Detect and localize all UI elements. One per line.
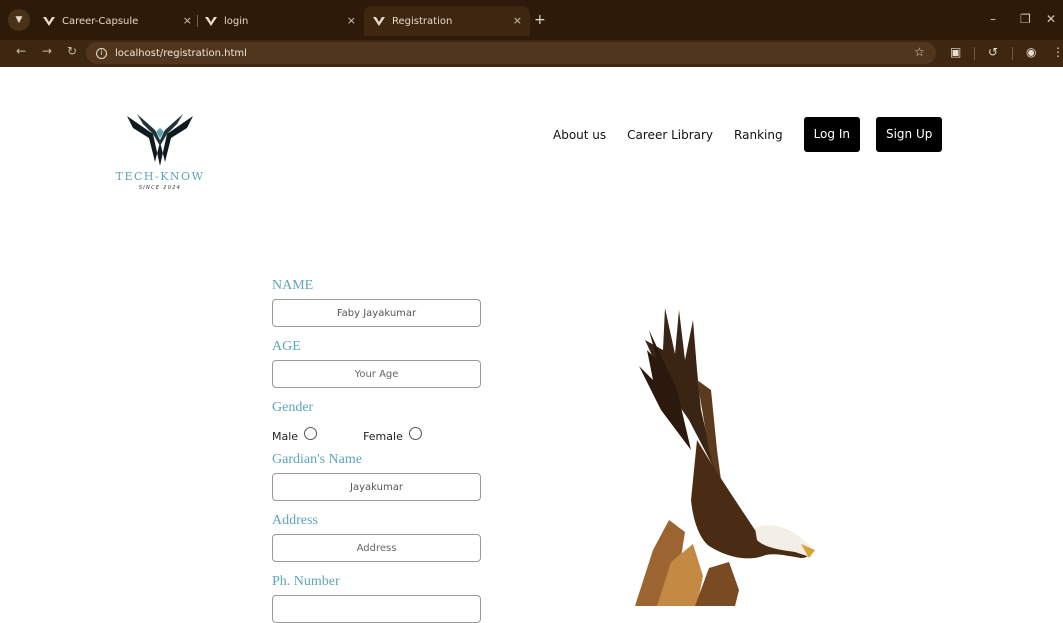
phone-input[interactable] <box>272 595 481 623</box>
guardian-name-label: Gardian's Name <box>272 452 362 467</box>
gender-label: Gender <box>272 400 314 415</box>
nav-ranking-link[interactable]: Ranking <box>734 128 783 142</box>
toolbar-separator <box>974 47 975 60</box>
tab-title: Career-Capsule <box>62 15 139 27</box>
back-arrow-icon[interactable]: ← <box>16 44 26 58</box>
registration-form: NAME AGE Gender Male Female Gardian's Na… <box>272 278 482 623</box>
name-label: NAME <box>272 278 314 293</box>
eagle-logo-icon <box>127 114 193 166</box>
age-input[interactable] <box>272 360 481 388</box>
nav-career-library-link[interactable]: Career Library <box>627 128 713 142</box>
main-nav: About us Career Library Ranking Log In S… <box>553 117 943 152</box>
tech-know-favicon-icon <box>43 17 55 26</box>
site-info-icon[interactable]: i <box>96 47 107 59</box>
address-bar-url: localhost/registration.html <box>115 47 247 59</box>
window-close-icon[interactable]: ✕ <box>1046 12 1056 26</box>
brand-since: SINCE 2024 <box>138 185 182 191</box>
restore-icon[interactable]: ❐ <box>1020 12 1031 26</box>
gender-radio-group: Male Female <box>272 426 482 444</box>
reload-icon[interactable]: ↻ <box>67 44 77 58</box>
history-icon[interactable]: ↺ <box>988 45 998 59</box>
address-label: Address <box>272 513 318 528</box>
phone-label: Ph. Number <box>272 574 340 589</box>
tab-search-chevron-icon[interactable]: ▼ <box>8 9 30 31</box>
close-icon[interactable]: × <box>347 14 356 27</box>
brand-name: TECH-KNOW <box>115 170 205 183</box>
menu-kebab-icon[interactable]: ⋮ <box>1052 45 1063 59</box>
signup-button[interactable]: Sign Up <box>875 117 943 152</box>
forward-arrow-icon[interactable]: → <box>42 44 52 58</box>
nav-about-link[interactable]: About us <box>553 128 606 142</box>
bookmark-star-icon[interactable]: ☆ <box>914 45 925 59</box>
gender-male-label: Male <box>272 429 299 443</box>
login-button[interactable]: Log In <box>803 117 860 152</box>
toolbar-separator <box>1012 47 1013 60</box>
tab-title: login <box>224 15 249 27</box>
gender-male-radio[interactable] <box>304 426 318 440</box>
browser-tab-bar: ▼ Career-Capsule × login × Registration … <box>0 0 1063 40</box>
guardian-name-input[interactable] <box>272 473 481 501</box>
browser-toolbar: ← → ↻ i localhost/registration.html ☆ ▣ … <box>0 40 1063 67</box>
tab-registration[interactable]: Registration × <box>364 6 530 36</box>
address-bar[interactable]: i localhost/registration.html <box>86 42 936 64</box>
gender-female-radio[interactable] <box>408 426 422 440</box>
tab-career-capsule[interactable]: Career-Capsule × <box>38 6 200 36</box>
eagle-image <box>635 308 815 606</box>
minimize-icon[interactable]: – <box>990 12 996 26</box>
address-input[interactable] <box>272 534 481 562</box>
close-icon[interactable]: × <box>183 14 192 27</box>
profile-icon[interactable]: ◉ <box>1026 45 1036 59</box>
tab-title: Registration <box>392 15 453 27</box>
new-tab-button[interactable]: + <box>534 13 546 27</box>
tech-know-favicon-icon <box>373 17 385 26</box>
gender-female-label: Female <box>363 429 403 443</box>
age-label: AGE <box>272 339 301 354</box>
tab-login[interactable]: login × <box>197 6 364 36</box>
name-input[interactable] <box>272 299 481 327</box>
extensions-puzzle-icon[interactable]: ▣ <box>950 45 961 59</box>
tech-know-favicon-icon <box>205 17 217 26</box>
close-icon[interactable]: × <box>513 14 522 27</box>
tech-know-logo[interactable]: TECH-KNOW SINCE 2024 <box>112 112 208 202</box>
